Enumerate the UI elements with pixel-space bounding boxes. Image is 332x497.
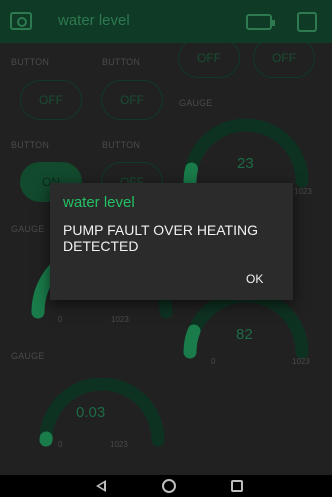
toggle-button[interactable]: OFF: [20, 80, 82, 120]
app-screen: water level BUTTON BUTTON OFF OFF OFF OF…: [0, 0, 332, 497]
alert-dialog: water level PUMP FAULT OVER HEATING DETE…: [50, 183, 293, 300]
dialog-message: PUMP FAULT OVER HEATING DETECTED: [63, 222, 259, 254]
project-icon[interactable]: [10, 12, 32, 30]
navigation-bar: [0, 475, 332, 497]
dialog-title: water level: [63, 194, 135, 211]
gauge-max: 1023: [294, 187, 312, 196]
button-label: BUTTON: [102, 140, 141, 150]
back-icon[interactable]: [96, 480, 106, 492]
button-label: BUTTON: [11, 57, 50, 67]
gauge-value: 82: [236, 326, 253, 343]
gauge-value: 0.03: [76, 404, 106, 421]
square-icon[interactable]: [297, 12, 317, 32]
button-label: BUTTON: [11, 140, 50, 150]
battery-icon[interactable]: [246, 14, 275, 30]
gauge-max: 1023: [110, 440, 128, 449]
gauge-min: 0: [58, 440, 63, 449]
gauge-min: 0: [211, 357, 216, 366]
ok-button[interactable]: OK: [246, 272, 263, 286]
gauge-label: GAUGE: [11, 351, 45, 361]
app-header: water level: [0, 0, 332, 43]
toggle-button[interactable]: OFF: [178, 38, 240, 78]
toggle-button[interactable]: OFF: [253, 38, 315, 78]
button-label: BUTTON: [102, 57, 141, 67]
gauge-max: 1023: [111, 315, 129, 324]
gauge-label: GAUGE: [179, 98, 213, 108]
recent-apps-icon[interactable]: [231, 480, 243, 492]
home-icon[interactable]: [162, 479, 176, 493]
app-title: water level: [58, 12, 130, 29]
gauge-label: GAUGE: [11, 224, 45, 234]
gauge-min: 0: [58, 315, 63, 324]
gauge-max: 1023: [292, 357, 310, 366]
toggle-button[interactable]: OFF: [101, 80, 163, 120]
gauge-value: 23: [237, 155, 254, 172]
